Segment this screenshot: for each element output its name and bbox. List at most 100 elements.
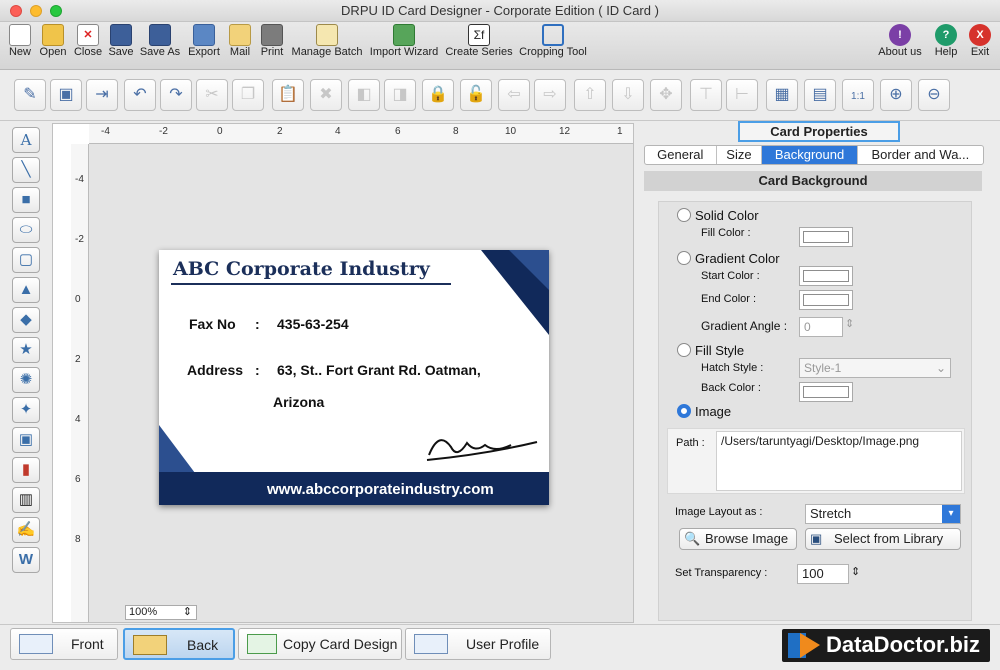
unlock-button[interactable]: 🔓: [460, 79, 492, 111]
rectangle-icon: ■: [21, 191, 31, 208]
back-color-swatch[interactable]: [799, 382, 853, 402]
rounded-rectangle-tool[interactable]: ▢: [12, 247, 40, 273]
transparency-label: Set Transparency :: [675, 567, 768, 579]
id-card[interactable]: ABC Corporate Industry Fax No : 435-63-2…: [159, 250, 549, 505]
triangle-tool[interactable]: ▲: [12, 277, 40, 303]
paste-button[interactable]: 📋: [272, 79, 304, 111]
grid-button[interactable]: ▦: [766, 79, 798, 111]
back-button[interactable]: Back: [123, 628, 235, 660]
library-tool[interactable]: ▮: [12, 457, 40, 483]
move-right-button[interactable]: ⇨: [534, 79, 566, 111]
tab-general[interactable]: General: [645, 146, 717, 164]
delete-button[interactable]: ✖: [310, 79, 342, 111]
gradient-angle-input[interactable]: 0: [799, 317, 843, 337]
align-horizontal-button[interactable]: ⊢: [726, 79, 758, 111]
image-layout-select[interactable]: Stretch ▾: [805, 504, 961, 524]
tab-border[interactable]: Border and Wa...: [858, 146, 983, 164]
solid-color-radio[interactable]: [677, 208, 691, 222]
star-tool[interactable]: ★: [12, 337, 40, 363]
browse-image-button[interactable]: 🔍 Browse Image: [679, 528, 797, 550]
transparency-input[interactable]: 100: [797, 564, 849, 584]
end-color-swatch[interactable]: [799, 290, 853, 310]
copy-card-design-button[interactable]: Copy Card Design: [238, 628, 402, 660]
start-color-swatch[interactable]: [799, 266, 853, 286]
redo-button[interactable]: ↷: [160, 79, 192, 111]
barcode-tool[interactable]: ▥: [12, 487, 40, 513]
copy-button[interactable]: ❐: [232, 79, 264, 111]
export-icon: [193, 24, 215, 46]
save-as-button[interactable]: Save As: [138, 24, 182, 58]
fax-label[interactable]: Fax No: [189, 316, 236, 332]
card-company-name[interactable]: ABC Corporate Industry: [173, 258, 430, 280]
rectangle-tool[interactable]: ■: [12, 187, 40, 213]
gradient-angle-stepper[interactable]: ⇕: [845, 317, 854, 330]
import-wizard-button[interactable]: Import Wizard: [368, 24, 440, 58]
create-series-button[interactable]: Σf Create Series: [445, 24, 513, 58]
address-line-1[interactable]: 63, St.. Fort Grant Rd. Oatman,: [277, 362, 481, 378]
new-button[interactable]: New: [4, 24, 36, 58]
front-button[interactable]: Front: [10, 628, 118, 660]
select-from-library-button[interactable]: ▣ Select from Library: [805, 528, 961, 550]
address-line-2[interactable]: Arizona: [273, 394, 324, 410]
line-tool[interactable]: ╲: [12, 157, 40, 183]
actual-size-button[interactable]: 1:1: [842, 79, 874, 111]
print-button[interactable]: Print: [258, 24, 286, 58]
watermark-tool[interactable]: W: [12, 547, 40, 573]
save-button[interactable]: Save: [106, 24, 136, 58]
path-field[interactable]: /Users/taruntyagi/Desktop/Image.png: [716, 431, 962, 491]
import-button[interactable]: ⇥: [86, 79, 118, 111]
zoom-out-button[interactable]: ⊖: [918, 79, 950, 111]
diamond-tool[interactable]: ◆: [12, 307, 40, 333]
about-us-button[interactable]: ! About us: [876, 24, 924, 58]
address-label[interactable]: Address: [187, 362, 243, 378]
send-back-button[interactable]: ◨: [384, 79, 416, 111]
text-tool[interactable]: A: [12, 127, 40, 153]
move-left-button[interactable]: ⇦: [498, 79, 530, 111]
gradient-color-radio[interactable]: [677, 251, 691, 265]
manage-batch-button[interactable]: Manage Batch: [291, 24, 363, 58]
edit-text-button[interactable]: ✎: [14, 79, 46, 111]
lock-button[interactable]: 🔒: [422, 79, 454, 111]
burst-tool[interactable]: ✺: [12, 367, 40, 393]
close-button[interactable]: ✕ Close: [70, 24, 106, 58]
signature-icon: ✍: [16, 521, 36, 538]
four-point-star-tool[interactable]: ✦: [12, 397, 40, 423]
export-button[interactable]: Export: [186, 24, 222, 58]
center-button[interactable]: ✥: [650, 79, 682, 111]
mail-button[interactable]: Mail: [226, 24, 254, 58]
minimize-window-button[interactable]: [30, 5, 42, 17]
open-button[interactable]: Open: [36, 24, 70, 58]
hatch-style-select[interactable]: Style-1 ⌄: [799, 358, 951, 378]
cropping-tool-button[interactable]: Cropping Tool: [518, 24, 588, 58]
fill-style-radio[interactable]: [677, 343, 691, 357]
card-website[interactable]: www.abccorporateindustry.com: [267, 481, 494, 498]
save-as-icon: [149, 24, 171, 46]
close-window-button[interactable]: [10, 5, 22, 17]
image-radio[interactable]: [677, 404, 691, 418]
zoom-select[interactable]: 100% ⇕: [125, 605, 197, 620]
stepper-icon: ⇕: [182, 606, 192, 618]
fax-value[interactable]: 435-63-254: [277, 316, 349, 332]
card-canvas[interactable]: ABC Corporate Industry Fax No : 435-63-2…: [89, 144, 633, 622]
tab-size[interactable]: Size: [717, 146, 763, 164]
insert-image-button[interactable]: ▣: [50, 79, 82, 111]
move-down-button[interactable]: ⇩: [612, 79, 644, 111]
ruler-button[interactable]: ▤: [804, 79, 836, 111]
exit-button[interactable]: X Exit: [966, 24, 994, 58]
zoom-in-button[interactable]: ⊕: [880, 79, 912, 111]
fill-color-swatch[interactable]: [799, 227, 853, 247]
transparency-stepper[interactable]: ⇕: [851, 565, 860, 578]
help-button[interactable]: ? Help: [932, 24, 960, 58]
cut-button[interactable]: ✂: [196, 79, 228, 111]
tab-background[interactable]: Background: [762, 146, 858, 164]
image-tool[interactable]: ▣: [12, 427, 40, 453]
move-up-button[interactable]: ⇧: [574, 79, 606, 111]
user-profile-button[interactable]: User Profile: [405, 628, 551, 660]
undo-button[interactable]: ↶: [124, 79, 156, 111]
zoom-window-button[interactable]: [50, 5, 62, 17]
arrow-right-icon: ⇨: [543, 86, 557, 103]
bring-front-button[interactable]: ◧: [348, 79, 380, 111]
ellipse-tool[interactable]: ⬭: [12, 217, 40, 243]
signature-tool[interactable]: ✍: [12, 517, 40, 543]
align-vertical-button[interactable]: ⊤: [690, 79, 722, 111]
